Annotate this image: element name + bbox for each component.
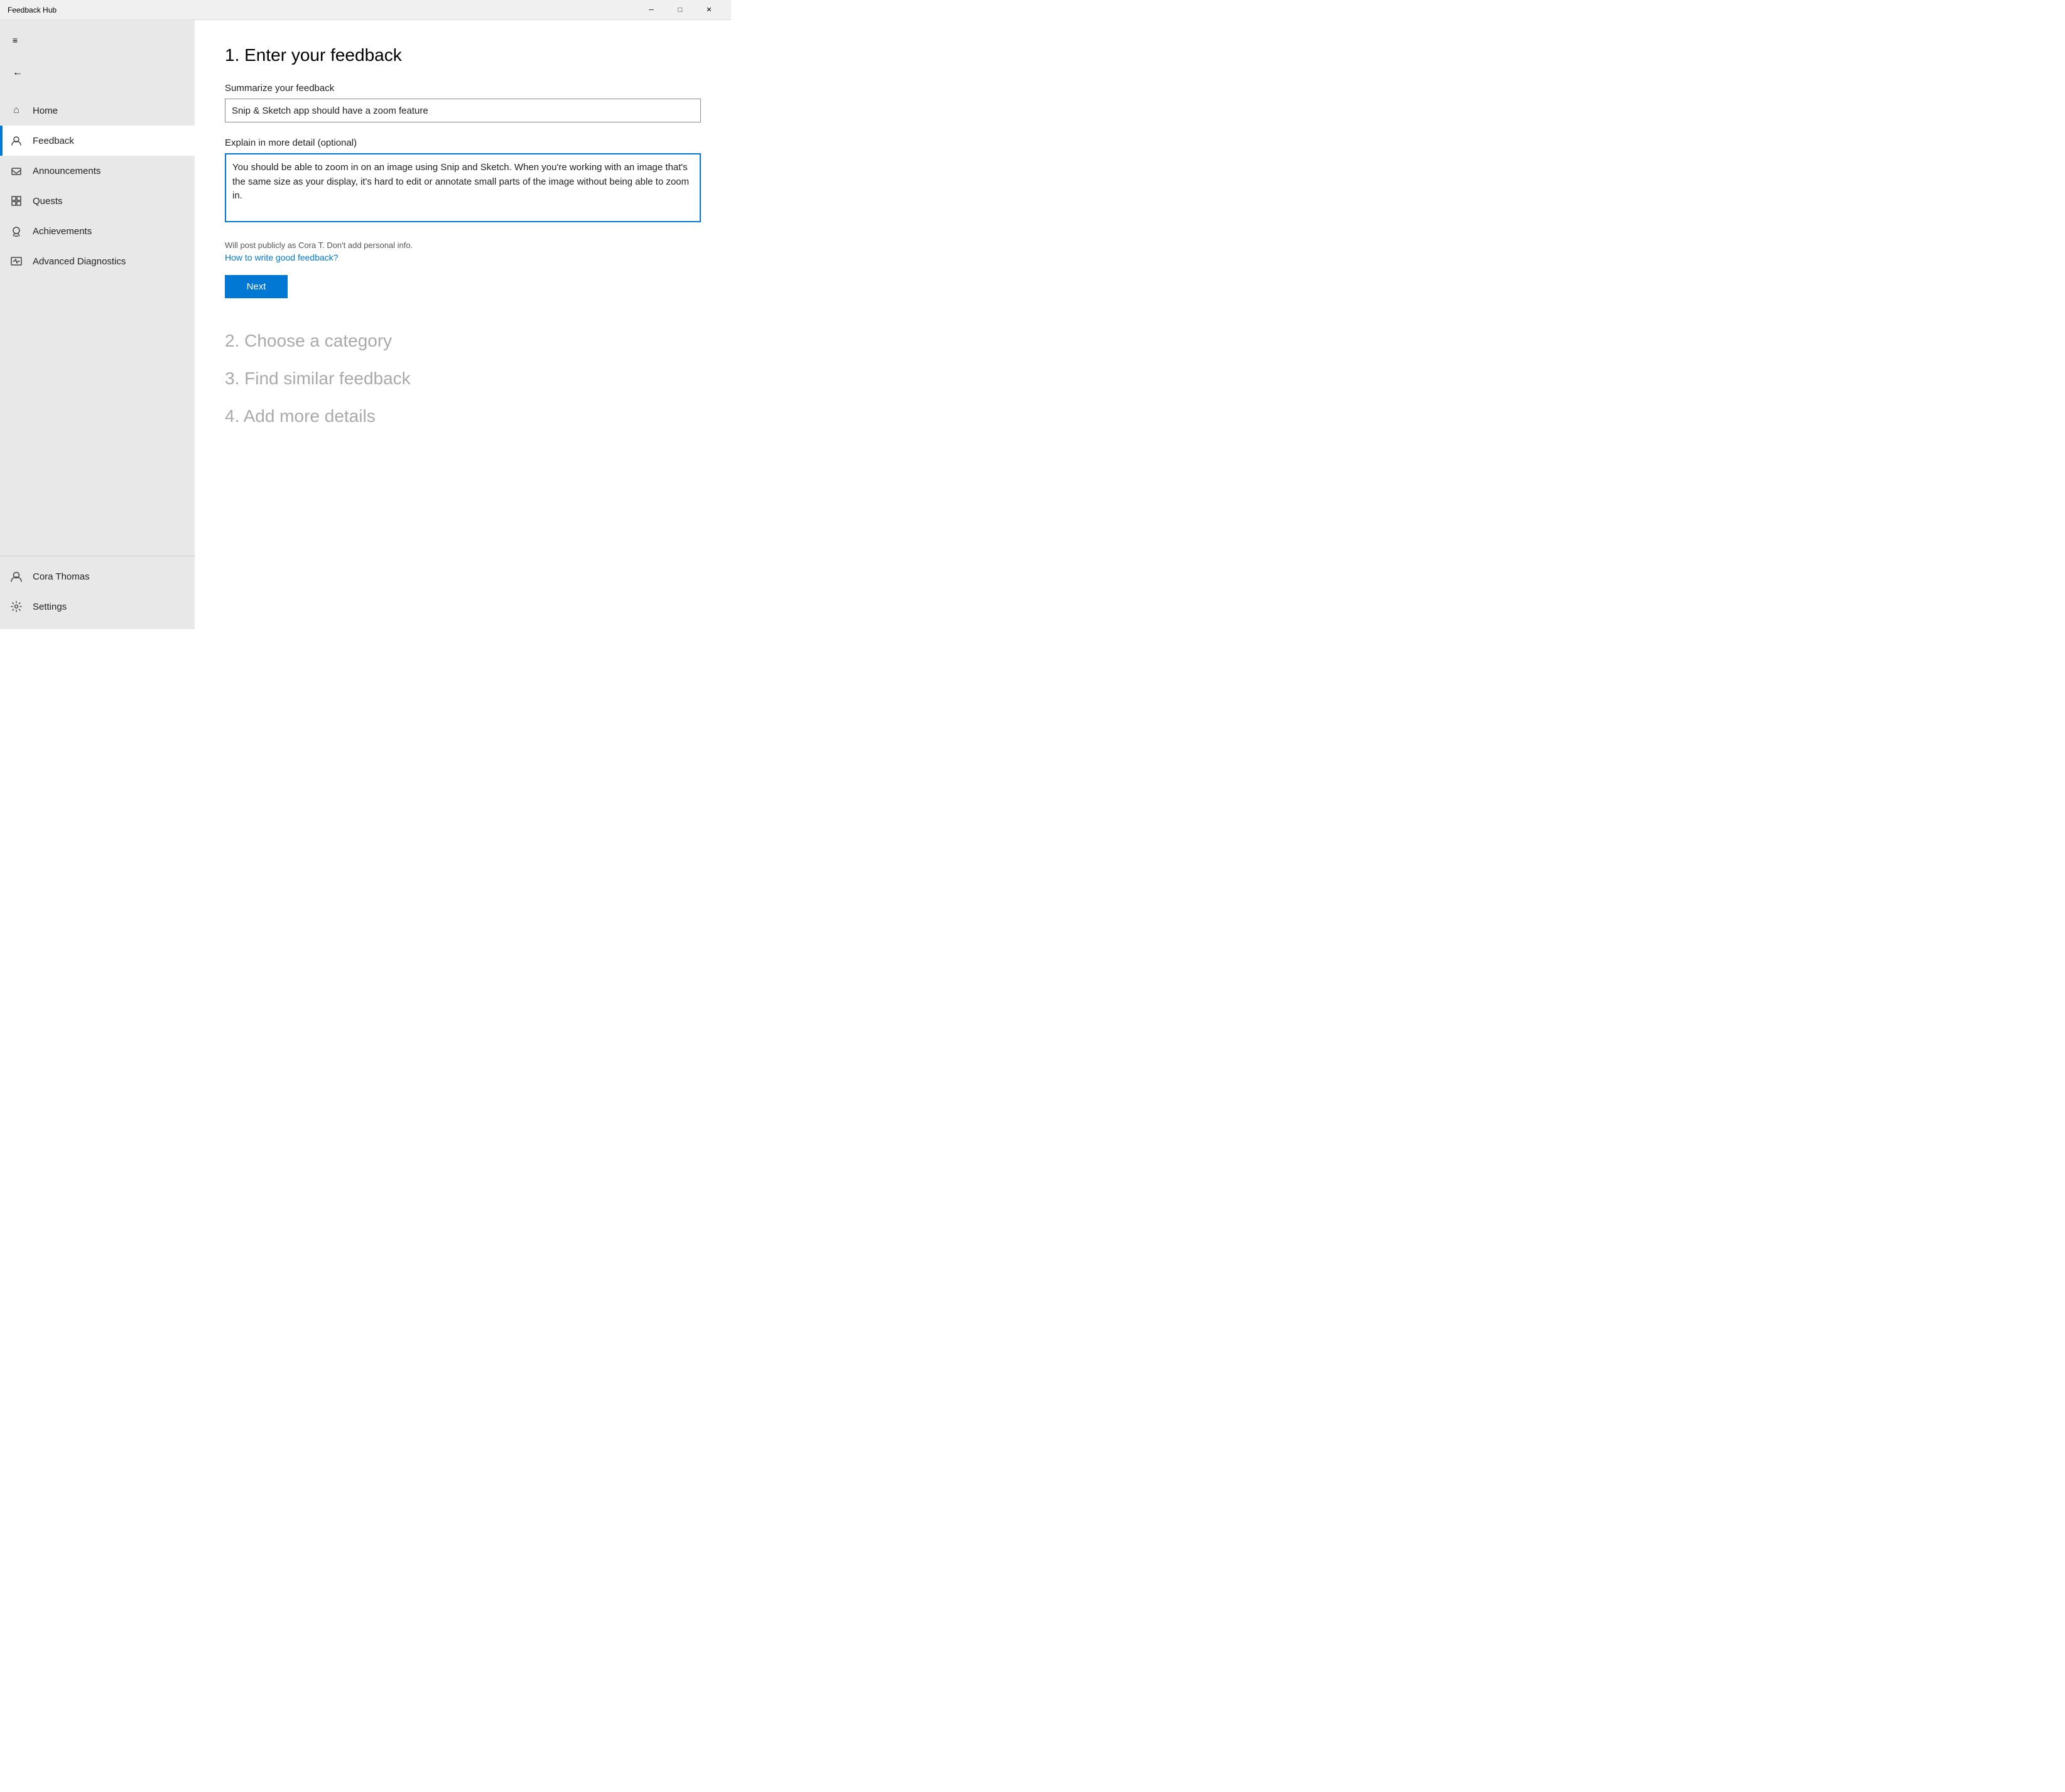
sidebar-item-label-quests: Quests (33, 196, 63, 207)
close-button[interactable]: ✕ (695, 0, 724, 20)
title-bar: Feedback Hub ─ □ ✕ (0, 0, 731, 20)
step1-container: 1. Enter your feedback Summarize your fe… (225, 45, 701, 321)
app-title: Feedback Hub (8, 6, 637, 14)
detail-textarea[interactable]: You should be able to zoom in on an imag… (225, 153, 701, 222)
next-button[interactable]: Next (225, 275, 288, 298)
back-icon: ← (13, 67, 23, 78)
sidebar-item-user[interactable]: Cora Thomas (0, 561, 195, 591)
sidebar-item-quests[interactable]: Quests (0, 186, 195, 216)
announcements-icon (10, 165, 23, 177)
hamburger-icon: ≡ (13, 35, 18, 45)
sidebar: ≡ ← ⌂ Home Feed (0, 20, 195, 629)
sidebar-item-feedback[interactable]: Feedback (0, 126, 195, 156)
step4-container: 4. Add more details (225, 406, 701, 426)
window-controls: ─ □ ✕ (637, 0, 724, 20)
main-content: 1. Enter your feedback Summarize your fe… (195, 20, 731, 629)
settings-icon (10, 600, 23, 613)
sidebar-item-label-achievements: Achievements (33, 226, 92, 237)
home-icon: ⌂ (10, 104, 23, 117)
sidebar-item-label-diagnostics: Advanced Diagnostics (33, 256, 126, 267)
diagnostics-icon (10, 255, 23, 267)
sidebar-item-label-home: Home (33, 105, 58, 116)
sidebar-item-home[interactable]: ⌂ Home (0, 95, 195, 126)
step2-title: 2. Choose a category (225, 331, 701, 351)
detail-section: Explain in more detail (optional) You sh… (225, 138, 701, 225)
sidebar-item-announcements[interactable]: Announcements (0, 156, 195, 186)
summarize-input[interactable] (225, 99, 701, 122)
sidebar-item-settings[interactable]: Settings (0, 591, 195, 622)
sidebar-nav: ⌂ Home Feedback (0, 90, 195, 556)
privacy-note: Will post publicly as Cora T. Don't add … (225, 240, 701, 250)
detail-label: Explain in more detail (optional) (225, 138, 701, 148)
sidebar-bottom: Cora Thomas Settings (0, 556, 195, 629)
maximize-button[interactable]: □ (666, 0, 695, 20)
quests-icon (10, 195, 23, 207)
summarize-label: Summarize your feedback (225, 83, 701, 94)
step1-title: 1. Enter your feedback (225, 45, 701, 65)
hamburger-button[interactable]: ≡ (3, 28, 28, 53)
privacy-link[interactable]: How to write good feedback? (225, 252, 701, 262)
sidebar-item-label-announcements: Announcements (33, 166, 100, 176)
back-button[interactable]: ← (5, 60, 30, 85)
step3-container: 3. Find similar feedback (225, 369, 701, 389)
sidebar-item-achievements[interactable]: Achievements (0, 216, 195, 246)
sidebar-item-label-feedback: Feedback (33, 136, 74, 146)
achievements-icon (10, 225, 23, 237)
sidebar-top: ← (0, 53, 195, 90)
feedback-icon (10, 134, 23, 147)
app-body: ≡ ← ⌂ Home Feed (0, 20, 731, 629)
settings-label: Settings (33, 602, 67, 612)
minimize-button[interactable]: ─ (637, 0, 666, 20)
sidebar-item-advanced-diagnostics[interactable]: Advanced Diagnostics (0, 246, 195, 276)
step3-title: 3. Find similar feedback (225, 369, 701, 389)
user-avatar-icon (10, 570, 23, 583)
summarize-section: Summarize your feedback (225, 83, 701, 122)
user-name-label: Cora Thomas (33, 571, 90, 582)
step4-title: 4. Add more details (225, 406, 701, 426)
step2-container: 2. Choose a category (225, 331, 701, 351)
